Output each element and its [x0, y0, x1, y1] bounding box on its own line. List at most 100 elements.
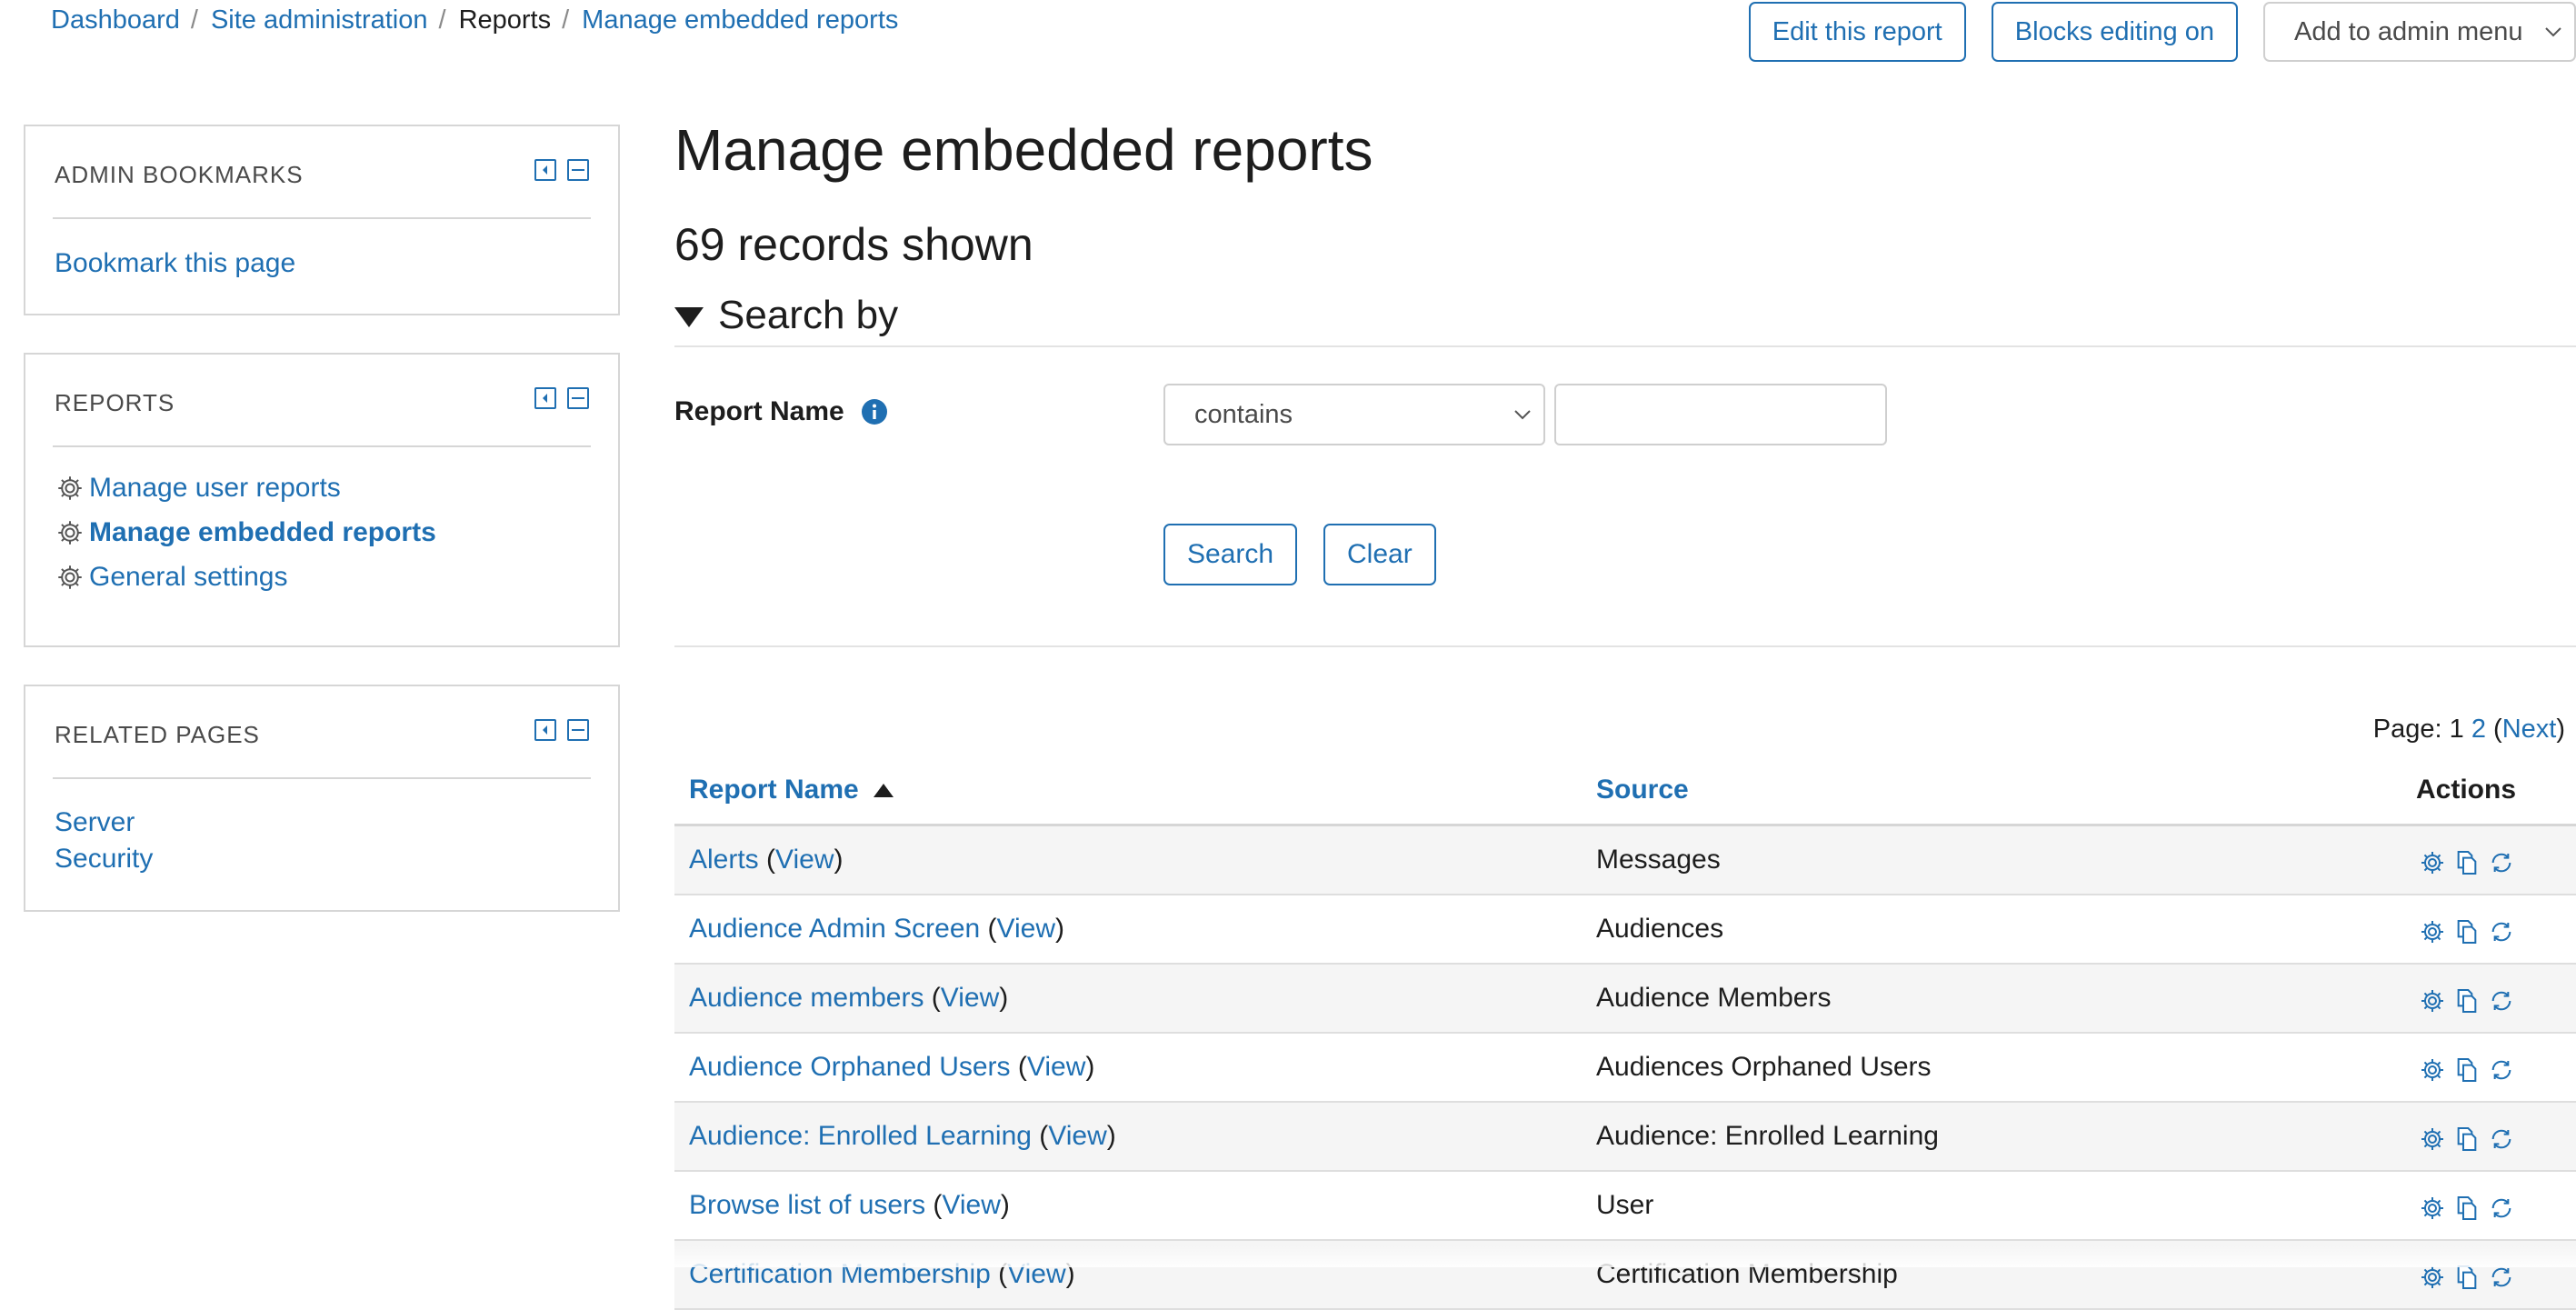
- pagination-current: 1: [2449, 715, 2464, 744]
- reload-icon[interactable]: [2487, 1194, 2516, 1223]
- collapse-block-icon[interactable]: [567, 159, 589, 181]
- clone-icon[interactable]: [2452, 848, 2481, 877]
- operator-value: contains: [1194, 399, 1293, 429]
- sort-ascending-icon: [873, 783, 894, 797]
- breadcrumb-manage-embedded-reports[interactable]: Manage embedded reports: [582, 5, 898, 35]
- reports-item-manage-user-reports[interactable]: Manage user reports: [55, 465, 589, 510]
- report-name-cell: Audience members (View): [689, 983, 1009, 1013]
- report-name-link[interactable]: Audience Admin Screen: [689, 914, 980, 944]
- clone-icon[interactable]: [2452, 1194, 2481, 1223]
- settings-icon[interactable]: [2418, 1194, 2447, 1223]
- collapse-block-icon[interactable]: [567, 387, 589, 409]
- clear-button[interactable]: Clear: [1323, 524, 1436, 585]
- source-cell: User: [1596, 1190, 1654, 1220]
- clone-icon[interactable]: [2452, 986, 2481, 1015]
- report-name-link[interactable]: Browse list of users: [689, 1190, 925, 1220]
- breadcrumb-reports: Reports: [458, 5, 552, 35]
- records-count: 69 records shown: [674, 219, 1033, 270]
- reload-icon[interactable]: [2487, 1055, 2516, 1085]
- caret-down-icon: [674, 307, 704, 327]
- settings-icon[interactable]: [2418, 986, 2447, 1015]
- bookmark-this-page-link[interactable]: Bookmark this page: [55, 248, 295, 278]
- clone-icon[interactable]: [2452, 1055, 2481, 1085]
- gear-icon: [55, 562, 85, 593]
- operator-select[interactable]: contains: [1163, 384, 1545, 445]
- info-icon[interactable]: [861, 398, 888, 425]
- page-title: Manage embedded reports: [674, 117, 1373, 183]
- source-cell: Audience: Enrolled Learning: [1596, 1121, 1939, 1151]
- chevron-down-icon: [1511, 403, 1534, 426]
- view-report-link[interactable]: View: [997, 914, 1055, 944]
- reload-icon[interactable]: [2487, 1125, 2516, 1154]
- actions-cell: [2418, 1055, 2516, 1085]
- dock-block-icon[interactable]: [534, 159, 556, 181]
- report-name-cell: Audience Orphaned Users (View): [689, 1052, 1095, 1082]
- reports-item-label[interactable]: Manage embedded reports: [89, 510, 436, 555]
- view-report-link[interactable]: View: [941, 983, 999, 1013]
- block-header: ADMIN BOOKMARKS: [53, 126, 591, 219]
- view-report-link[interactable]: View: [942, 1190, 1000, 1220]
- related-link-security[interactable]: Security: [55, 844, 153, 874]
- search-by-label: Search by: [718, 293, 899, 337]
- breadcrumb-separator: /: [438, 5, 446, 35]
- settings-icon[interactable]: [2418, 1055, 2447, 1085]
- actions-cell: [2418, 917, 2516, 946]
- blocks-editing-button[interactable]: Blocks editing on: [1991, 2, 2238, 62]
- block-controls: [534, 387, 589, 409]
- table-row: Audience Admin Screen (View) Audiences: [674, 895, 2576, 965]
- reload-icon[interactable]: [2487, 917, 2516, 946]
- reports-item-manage-embedded-reports[interactable]: Manage embedded reports: [55, 510, 589, 555]
- scroll-fade: [0, 1245, 2576, 1267]
- pagination-prefix: Page:: [2372, 715, 2442, 744]
- breadcrumb-site-administration[interactable]: Site administration: [211, 5, 428, 35]
- clone-icon[interactable]: [2452, 917, 2481, 946]
- collapse-block-icon[interactable]: [567, 719, 589, 741]
- report-name-link[interactable]: Audience: Enrolled Learning: [689, 1121, 1032, 1151]
- settings-icon[interactable]: [2418, 1125, 2447, 1154]
- view-report-link[interactable]: View: [1048, 1121, 1106, 1151]
- view-report-link[interactable]: View: [1027, 1052, 1085, 1082]
- actions-cell: [2418, 986, 2516, 1015]
- clone-icon[interactable]: [2452, 1125, 2481, 1154]
- source-cell: Audiences: [1596, 914, 1724, 944]
- pagination-next[interactable]: Next: [2502, 715, 2557, 744]
- pagination-paren: (: [2493, 715, 2502, 744]
- related-link-server[interactable]: Server: [55, 807, 135, 837]
- report-name-label-text: Report Name: [674, 396, 844, 426]
- actions-cell: [2418, 1194, 2516, 1223]
- report-name-search-input[interactable]: [1554, 384, 1887, 445]
- settings-icon[interactable]: [2418, 917, 2447, 946]
- report-name-link[interactable]: Alerts: [689, 845, 759, 875]
- divider: [674, 345, 2576, 347]
- pagination-page-2[interactable]: 2: [2471, 715, 2486, 744]
- chevron-down-icon: [2541, 20, 2565, 44]
- block-title: REPORTS: [55, 389, 175, 416]
- settings-icon[interactable]: [2418, 848, 2447, 877]
- table-row: Audience: Enrolled Learning (View) Audien…: [674, 1103, 2576, 1172]
- column-header-source[interactable]: Source: [1596, 775, 1689, 805]
- header-actions: Edit this report Blocks editing on Add t…: [1748, 2, 2576, 62]
- column-header-report-name[interactable]: Report Name: [689, 775, 894, 805]
- reports-item-label[interactable]: Manage user reports: [89, 465, 341, 510]
- reload-icon[interactable]: [2487, 848, 2516, 877]
- report-name-link[interactable]: Audience members: [689, 983, 924, 1013]
- block-header: REPORTS: [53, 355, 591, 447]
- dock-block-icon[interactable]: [534, 387, 556, 409]
- reload-icon[interactable]: [2487, 986, 2516, 1015]
- block-header: RELATED PAGES: [53, 686, 591, 779]
- reports-block: REPORTS Manage user reports Manage embed…: [24, 353, 620, 647]
- reports-item-label[interactable]: General settings: [89, 555, 287, 599]
- dock-block-icon[interactable]: [534, 719, 556, 741]
- report-name-link[interactable]: Audience Orphaned Users: [689, 1052, 1011, 1082]
- view-report-link[interactable]: View: [775, 845, 834, 875]
- gear-icon: [55, 473, 85, 504]
- edit-report-button[interactable]: Edit this report: [1748, 2, 1966, 62]
- block-controls: [534, 719, 589, 741]
- embedded-reports-table: Report Name Source Actions Alerts (View)…: [674, 758, 2576, 1310]
- breadcrumb-dashboard[interactable]: Dashboard: [51, 5, 180, 35]
- search-by-toggle[interactable]: Search by: [674, 293, 898, 338]
- add-to-admin-menu-select[interactable]: Add to admin menu: [2263, 2, 2576, 62]
- reports-item-general-settings[interactable]: General settings: [55, 555, 589, 599]
- search-button[interactable]: Search: [1163, 524, 1298, 585]
- report-name-cell: Alerts (View): [689, 845, 844, 875]
